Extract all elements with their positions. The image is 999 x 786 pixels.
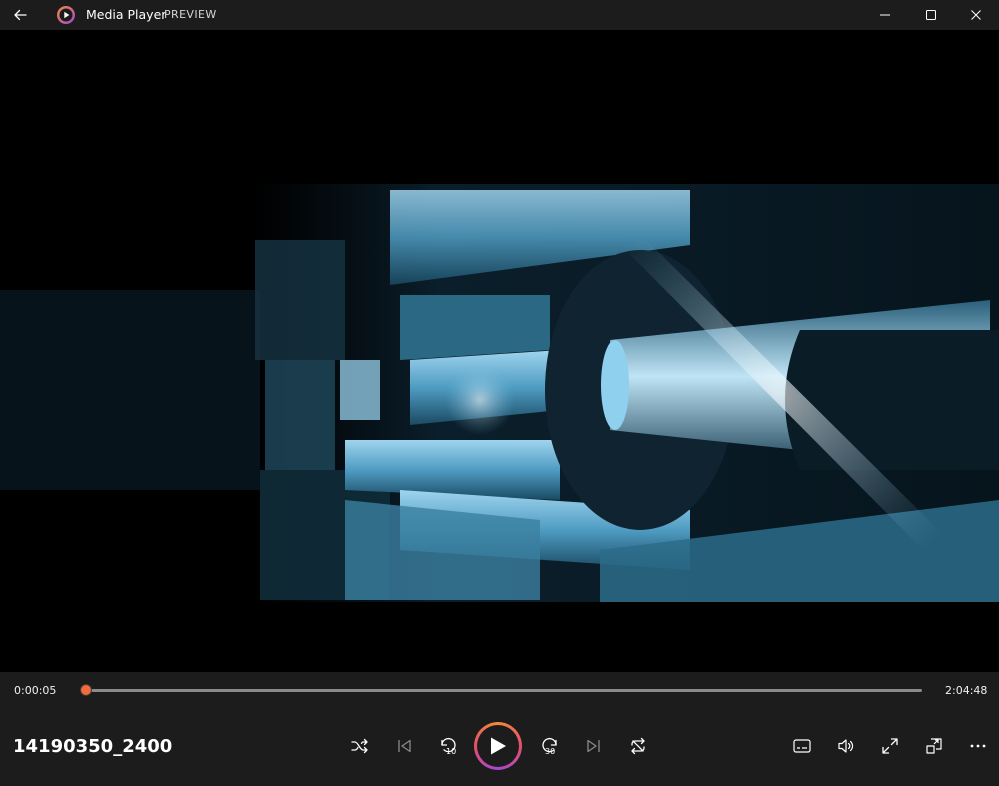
fullscreen-icon (882, 738, 898, 754)
shuffle-icon (351, 738, 368, 754)
current-time: 0:00:05 (14, 684, 57, 697)
close-button[interactable] (953, 0, 999, 30)
video-image (0, 30, 999, 672)
miniplayer-button[interactable] (918, 730, 950, 762)
next-track-icon (587, 739, 600, 753)
volume-icon (838, 739, 854, 753)
seek-track (85, 689, 922, 692)
repeat-icon (631, 737, 645, 755)
minimize-button[interactable] (862, 0, 908, 30)
media-title: 14190350_2400 (13, 736, 173, 757)
minimize-icon (880, 14, 890, 16)
skip-forward-seconds: 30 (545, 747, 556, 756)
captions-button[interactable] (786, 730, 818, 762)
maximize-button[interactable] (908, 0, 954, 30)
back-arrow-icon (14, 9, 27, 21)
app-title: Media Player (86, 7, 167, 22)
title-bar: Media Player PREVIEW (0, 0, 999, 30)
previous-button[interactable] (388, 730, 420, 762)
captions-icon (793, 739, 811, 753)
miniplayer-icon (926, 738, 942, 754)
play-button[interactable] (474, 722, 522, 770)
play-icon (491, 737, 506, 755)
skip-forward-button[interactable]: 30 (534, 730, 566, 762)
play-button-inner (477, 725, 519, 767)
skip-back-seconds: 10 (446, 747, 457, 756)
preview-badge: PREVIEW (164, 8, 217, 21)
total-time: 2:04:48 (945, 684, 988, 697)
fullscreen-button[interactable] (874, 730, 906, 762)
app-logo-icon (57, 6, 75, 24)
close-icon (971, 10, 981, 20)
shuffle-button[interactable] (344, 730, 376, 762)
maximize-icon (926, 10, 936, 20)
next-button[interactable] (578, 730, 610, 762)
video-frame[interactable] (0, 30, 999, 672)
more-button[interactable] (962, 730, 994, 762)
previous-track-icon (398, 739, 411, 753)
back-button[interactable] (9, 4, 31, 26)
control-bar: 0:00:05 2:04:48 14190350_2400 10 30 (0, 672, 999, 786)
seek-bar[interactable] (79, 684, 922, 696)
skip-back-button[interactable]: 10 (432, 730, 464, 762)
volume-button[interactable] (830, 730, 862, 762)
repeat-button[interactable] (622, 730, 654, 762)
more-icon (970, 744, 986, 748)
seek-thumb[interactable] (79, 684, 92, 696)
